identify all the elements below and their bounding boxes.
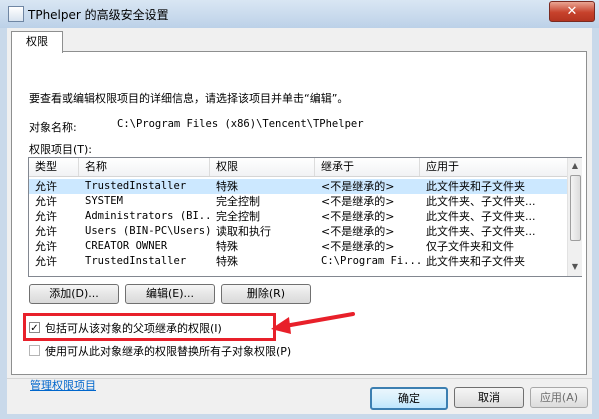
replace-child-permissions-checkbox[interactable]	[29, 345, 40, 356]
cell-permission: 特殊	[216, 180, 238, 193]
scroll-up-icon[interactable]: ▲	[570, 161, 580, 171]
cell-applies-to: 此文件夹、子文件夹...	[426, 210, 536, 223]
scroll-down-icon[interactable]: ▼	[570, 262, 580, 272]
ok-button[interactable]: 确定	[370, 387, 448, 410]
cell-type: 允许	[35, 255, 57, 268]
cell-type: 允许	[35, 195, 57, 208]
cell-permission: 特殊	[216, 240, 238, 253]
object-name-value: C:\Program Files (x86)\Tencent\TPhelper	[117, 118, 364, 130]
vertical-scrollbar[interactable]: ▲ ▼	[567, 158, 582, 276]
permission-entries-list[interactable]: 类型 名称 权限 继承于 应用于 允许 TrustedInstaller 特殊 …	[28, 157, 582, 277]
cell-inherited-from: <不是继承的>	[321, 210, 395, 223]
add-button[interactable]: 添加(D)...	[29, 284, 119, 304]
cell-applies-to: 此文件夹、子文件夹...	[426, 195, 536, 208]
cell-type: 允许	[35, 210, 57, 223]
cell-inherited-from: <不是继承的>	[321, 195, 395, 208]
permission-row[interactable]: 允许 SYSTEM 完全控制 <不是继承的> 此文件夹、子文件夹...	[29, 194, 567, 209]
cell-applies-to: 此文件夹、子文件夹...	[426, 225, 536, 238]
cell-permission: 完全控制	[216, 210, 260, 223]
remove-button[interactable]: 删除(R)	[221, 284, 311, 304]
cell-type: 允许	[35, 240, 57, 253]
column-header-inherited-from[interactable]: 继承于	[315, 158, 420, 176]
cell-name: TrustedInstaller	[85, 255, 187, 267]
permission-row[interactable]: 允许 Administrators (BI... 完全控制 <不是继承的> 此文…	[29, 209, 567, 224]
list-header: 类型 名称 权限 继承于 应用于	[29, 158, 567, 177]
dialog-body: 权限 要查看或编辑权限项目的详细信息，请选择该项目并单击“编辑”。 对象名称: …	[7, 28, 592, 414]
cell-applies-to: 此文件夹和子文件夹	[426, 255, 525, 268]
instruction-text: 要查看或编辑权限项目的详细信息，请选择该项目并单击“编辑”。	[29, 92, 349, 105]
apply-button[interactable]: 应用(A)	[530, 387, 588, 408]
permission-row[interactable]: 允许 CREATOR OWNER 特殊 <不是继承的> 仅子文件夹和文件	[29, 239, 567, 254]
cell-applies-to: 仅子文件夹和文件	[426, 240, 514, 253]
tab-pane-permissions: 要查看或编辑权限项目的详细信息，请选择该项目并单击“编辑”。 对象名称: C:\…	[11, 51, 587, 392]
object-name-label: 对象名称:	[29, 121, 77, 134]
cell-name: Administrators (BI...	[85, 210, 210, 222]
replace-child-permissions-label[interactable]: 使用可从此对象继承的权限替换所有子对象权限(P)	[45, 343, 291, 359]
footer-separator	[7, 378, 592, 379]
close-button[interactable]: ✕	[549, 1, 595, 22]
column-header-name[interactable]: 名称	[79, 158, 210, 176]
column-header-applies-to[interactable]: 应用于	[420, 158, 567, 176]
manage-permission-entries-link[interactable]: 管理权限项目	[30, 377, 96, 393]
title-bar: TPhelper 的高级安全设置 ✕	[0, 0, 599, 28]
cell-applies-to: 此文件夹和子文件夹	[426, 180, 525, 193]
cell-name: SYSTEM	[85, 195, 123, 207]
scrollbar-thumb[interactable]	[570, 175, 581, 241]
permission-row[interactable]: 允许 TrustedInstaller 特殊 C:\Program Fi... …	[29, 254, 567, 269]
cell-permission: 读取和执行	[216, 225, 271, 238]
cell-inherited-from: <不是继承的>	[321, 180, 395, 193]
cell-name: Users (BIN-PC\Users)	[85, 225, 210, 237]
cell-type: 允许	[35, 180, 57, 193]
cell-permission: 特殊	[216, 255, 238, 268]
cell-type: 允许	[35, 225, 57, 238]
permission-entries-label: 权限项目(T):	[29, 143, 93, 156]
edit-button[interactable]: 编辑(E)...	[125, 284, 215, 304]
cancel-button[interactable]: 取消	[454, 387, 524, 408]
window-icon	[8, 6, 24, 22]
cell-name: TrustedInstaller	[85, 180, 187, 192]
highlight-box	[23, 313, 276, 341]
cell-name: CREATOR OWNER	[85, 240, 168, 252]
cell-inherited-from: <不是继承的>	[321, 240, 395, 253]
permission-row[interactable]: 允许 Users (BIN-PC\Users) 读取和执行 <不是继承的> 此文…	[29, 224, 567, 239]
cell-inherited-from: <不是继承的>	[321, 225, 395, 238]
tab-permissions[interactable]: 权限	[11, 31, 63, 53]
cell-permission: 完全控制	[216, 195, 260, 208]
cell-inherited-from: C:\Program Fi...	[321, 255, 420, 267]
red-arrow-icon	[271, 312, 355, 334]
column-header-permission[interactable]: 权限	[210, 158, 315, 176]
window-title: TPhelper 的高级安全设置	[28, 8, 169, 22]
column-header-type[interactable]: 类型	[29, 158, 79, 176]
permission-row[interactable]: 允许 TrustedInstaller 特殊 <不是继承的> 此文件夹和子文件夹	[29, 179, 567, 194]
